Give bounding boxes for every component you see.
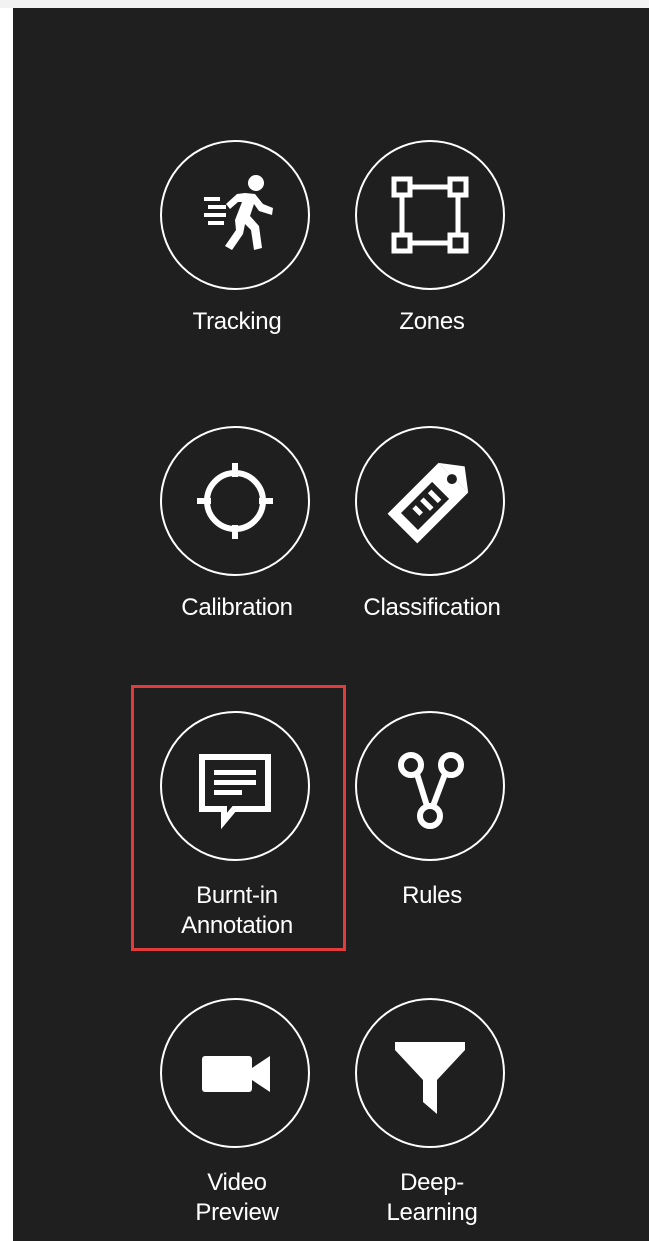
rules-button[interactable]	[355, 711, 505, 861]
video-preview-label-line2: Preview	[195, 1199, 279, 1226]
classification-button[interactable]	[355, 426, 505, 576]
crosshair-icon	[197, 463, 273, 539]
feature-panel	[13, 8, 649, 1241]
tracking-label: Tracking	[192, 308, 282, 335]
top-border	[0, 0, 649, 8]
tag-icon	[387, 462, 469, 544]
video-camera-icon	[202, 1056, 270, 1092]
calibration-button[interactable]	[160, 426, 310, 576]
left-margin	[0, 0, 13, 1241]
calibration-label: Calibration	[181, 594, 293, 621]
classification-label: Classification	[363, 594, 501, 621]
video-preview-label: Video Preview	[132, 1168, 342, 1228]
deep-learning-label-line1: Deep-	[400, 1169, 464, 1196]
deep-learning-label-line2: Learning	[386, 1199, 478, 1226]
filter-icon	[395, 1042, 465, 1114]
running-person-icon	[204, 175, 273, 250]
deep-learning-label: Deep- Learning	[327, 1168, 537, 1228]
rules-label: Rules	[402, 882, 462, 909]
video-preview-label-line1: Video	[207, 1169, 267, 1196]
selection-highlight	[131, 685, 346, 951]
tracking-button[interactable]	[160, 140, 310, 290]
deep-learning-button[interactable]	[355, 998, 505, 1148]
zones-button[interactable]	[355, 140, 505, 290]
branch-nodes-icon	[398, 752, 464, 829]
bounding-box-icon	[391, 176, 469, 254]
zones-label: Zones	[399, 308, 465, 335]
video-preview-button[interactable]	[160, 998, 310, 1148]
